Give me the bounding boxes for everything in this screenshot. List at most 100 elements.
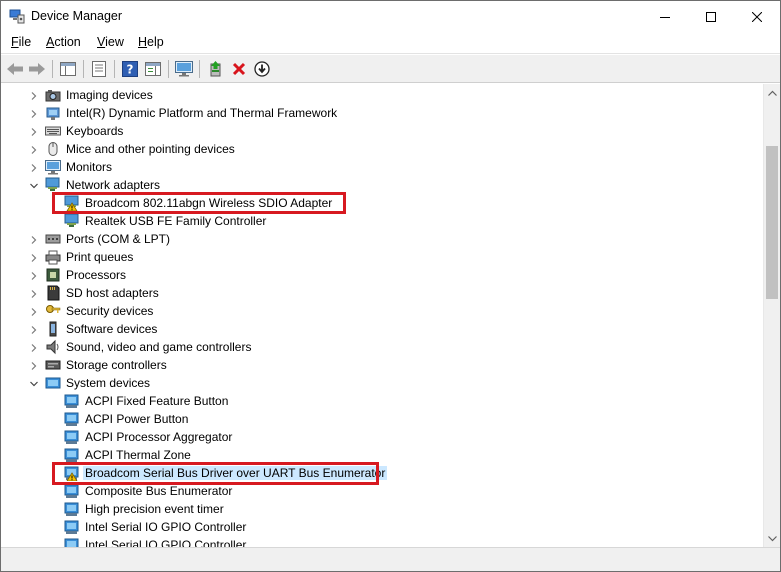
tree-category[interactable]: System devices xyxy=(1,374,741,392)
tree-device[interactable]: ACPI Thermal Zone xyxy=(1,446,741,464)
chevron-down-icon[interactable] xyxy=(29,378,39,388)
update-driver-button[interactable] xyxy=(205,58,227,80)
tree-category[interactable]: Processors xyxy=(1,266,741,284)
chevron-right-icon[interactable] xyxy=(29,342,39,352)
forward-button[interactable] xyxy=(26,58,48,80)
camera-icon xyxy=(45,87,61,103)
status-bar xyxy=(1,547,780,571)
system-device-icon xyxy=(64,501,80,517)
tree-device[interactable]: ACPI Power Button xyxy=(1,410,741,428)
system-device-icon xyxy=(64,483,80,499)
system-folder-icon xyxy=(45,375,61,391)
menu-help[interactable]: Help xyxy=(138,35,164,49)
scroll-up-button[interactable] xyxy=(764,84,780,101)
tree-item-label: ACPI Thermal Zone xyxy=(85,448,191,462)
chevron-right-icon[interactable] xyxy=(29,144,39,154)
properties-icon xyxy=(92,61,106,77)
chevron-right-icon[interactable] xyxy=(29,324,39,334)
chevron-right-icon[interactable] xyxy=(29,252,39,262)
menu-view[interactable]: View xyxy=(97,35,124,49)
tree-device[interactable]: Composite Bus Enumerator xyxy=(1,482,741,500)
chevron-down-icon[interactable] xyxy=(29,180,39,190)
vertical-scrollbar[interactable] xyxy=(763,84,780,547)
menu-action[interactable]: Action xyxy=(46,35,81,49)
monitor-icon xyxy=(175,61,193,77)
console-tree-button[interactable] xyxy=(57,58,79,80)
device-manager-icon xyxy=(9,9,25,24)
help-button[interactable]: ? xyxy=(119,58,141,80)
tree-category[interactable]: Sound, video and game controllers xyxy=(1,338,741,356)
tree-category[interactable]: Intel(R) Dynamic Platform and Thermal Fr… xyxy=(1,104,741,122)
tree-item-label: ACPI Processor Aggregator xyxy=(85,430,233,444)
system-device-icon xyxy=(64,537,80,547)
tree-category[interactable]: Mice and other pointing devices xyxy=(1,140,741,158)
tree-item-label: Realtek USB FE Family Controller xyxy=(85,214,267,228)
tree-device[interactable]: Broadcom Serial Bus Driver over UART Bus… xyxy=(1,464,741,482)
properties-button[interactable] xyxy=(88,58,110,80)
tree-device[interactable]: Intel Serial IO GPIO Controller xyxy=(1,536,741,547)
speaker-icon xyxy=(45,339,61,355)
tree-item-label: Intel(R) Dynamic Platform and Thermal Fr… xyxy=(66,106,338,120)
tree-device[interactable]: ACPI Processor Aggregator xyxy=(1,428,741,446)
network-adapter-warning-icon xyxy=(64,195,80,212)
tree-category[interactable]: Monitors xyxy=(1,158,741,176)
scroll-down-button[interactable] xyxy=(764,530,780,547)
title-bar[interactable]: Device Manager xyxy=(1,1,780,32)
menu-file[interactable]: File xyxy=(11,35,31,49)
tree-category[interactable]: Print queues xyxy=(1,248,741,266)
tree-item-label: System devices xyxy=(66,376,151,390)
tree-item-label: Intel Serial IO GPIO Controller xyxy=(85,538,247,547)
tree-device[interactable]: ACPI Fixed Feature Button xyxy=(1,392,741,410)
chevron-right-icon[interactable] xyxy=(29,90,39,100)
tree-category[interactable]: Network adapters xyxy=(1,176,741,194)
chevron-right-icon[interactable] xyxy=(29,162,39,172)
device-tree[interactable]: Imaging devices Intel(R) Dynamic Platform… xyxy=(1,84,763,547)
svg-text:?: ? xyxy=(127,63,134,77)
system-device-icon xyxy=(64,519,80,535)
close-button[interactable] xyxy=(734,1,780,32)
chevron-right-icon[interactable] xyxy=(29,360,39,370)
update-driver-icon xyxy=(210,61,221,77)
printer-icon xyxy=(45,249,61,265)
system-device-icon xyxy=(64,393,80,409)
maximize-button[interactable] xyxy=(688,1,734,32)
tree-item-label: Intel Serial IO GPIO Controller xyxy=(85,520,247,534)
toolbar: ? xyxy=(1,55,780,83)
chevron-right-icon[interactable] xyxy=(29,288,39,298)
minimize-button[interactable] xyxy=(642,1,688,32)
software-device-icon xyxy=(45,321,61,337)
scrollbar-thumb[interactable] xyxy=(766,146,778,299)
system-device-icon xyxy=(64,411,80,427)
tree-category[interactable]: Security devices xyxy=(1,302,741,320)
toolbar-separator xyxy=(199,60,200,78)
tree-item-label: Imaging devices xyxy=(66,88,153,102)
tree-category[interactable]: Storage controllers xyxy=(1,356,741,374)
chevron-right-icon[interactable] xyxy=(29,234,39,244)
back-button[interactable] xyxy=(4,58,26,80)
chevron-up-icon xyxy=(768,90,777,96)
tree-category[interactable]: Ports (COM & LPT) xyxy=(1,230,741,248)
processor-icon xyxy=(45,267,61,283)
tree-category[interactable]: Imaging devices xyxy=(1,86,741,104)
chevron-right-icon[interactable] xyxy=(29,270,39,280)
system-device-icon xyxy=(64,447,80,463)
tree-item-label: Processors xyxy=(66,268,127,282)
tree-item-label: SD host adapters xyxy=(66,286,159,300)
uninstall-button[interactable] xyxy=(228,58,250,80)
download-button[interactable] xyxy=(251,58,273,80)
action-pane-button[interactable] xyxy=(142,58,164,80)
chevron-right-icon[interactable] xyxy=(29,306,39,316)
tree-item-label: Software devices xyxy=(66,322,158,336)
scan-hardware-button[interactable] xyxy=(173,58,195,80)
tree-device[interactable]: Realtek USB FE Family Controller xyxy=(1,212,741,230)
tree-category[interactable]: SD host adapters xyxy=(1,284,741,302)
monitor-icon xyxy=(45,159,61,175)
tree-device[interactable]: High precision event timer xyxy=(1,500,741,518)
computer-chip-icon xyxy=(45,105,61,121)
tree-category[interactable]: Keyboards xyxy=(1,122,741,140)
tree-device[interactable]: Intel Serial IO GPIO Controller xyxy=(1,518,741,536)
tree-category[interactable]: Software devices xyxy=(1,320,741,338)
tree-device[interactable]: Broadcom 802.11abgn Wireless SDIO Adapte… xyxy=(1,194,741,212)
chevron-right-icon[interactable] xyxy=(29,108,39,118)
chevron-right-icon[interactable] xyxy=(29,126,39,136)
